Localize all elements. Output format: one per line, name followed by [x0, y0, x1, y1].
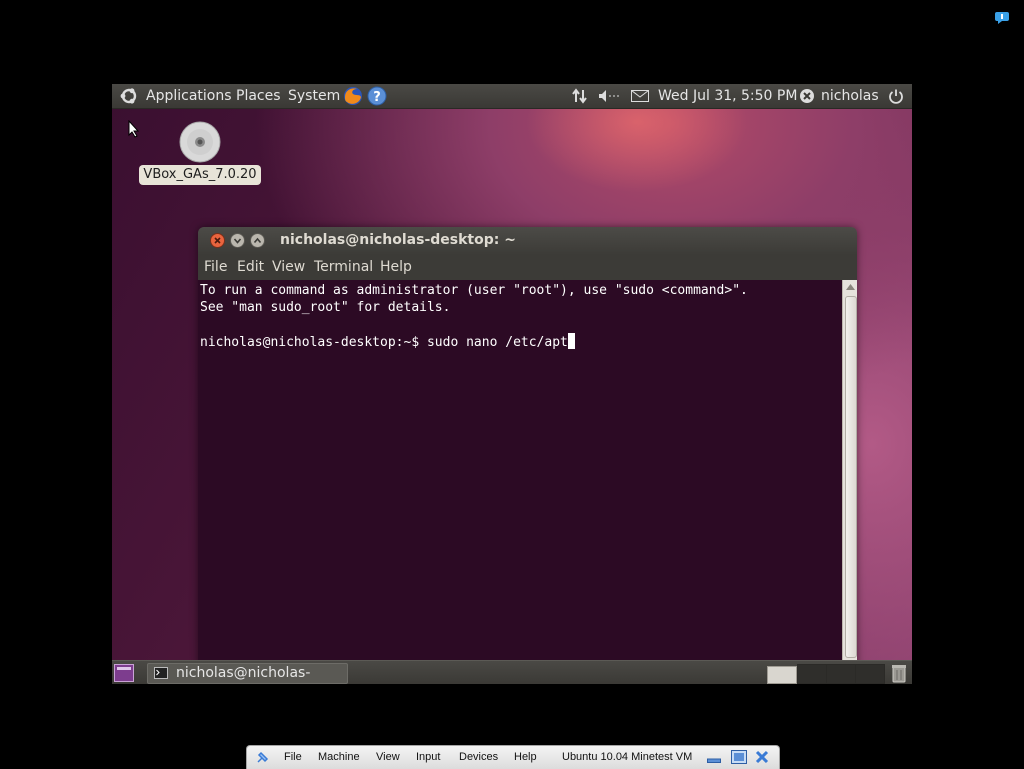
- minimize-vm-icon[interactable]: [707, 753, 721, 763]
- vbox-menu-help[interactable]: Help: [514, 751, 537, 763]
- text-cursor: [567, 333, 575, 349]
- terminal-menubar: File Edit View Terminal Help: [198, 255, 857, 280]
- menu-file[interactable]: File: [204, 259, 227, 275]
- vbox-menu-file[interactable]: File: [284, 751, 302, 763]
- terminal-prompt-line[interactable]: nicholas@nicholas-desktop:~$ sudo nano /…: [200, 333, 575, 351]
- terminal-scrollbar[interactable]: [842, 280, 857, 667]
- workspace-1[interactable]: [767, 666, 797, 684]
- workspace-3[interactable]: [826, 664, 856, 684]
- help-icon[interactable]: ?: [367, 86, 387, 106]
- taskbar-label: nicholas@nicholas-des...: [176, 665, 311, 681]
- close-icon[interactable]: [210, 233, 225, 248]
- user-name[interactable]: nicholas: [821, 87, 879, 105]
- mouse-cursor-icon: [128, 120, 140, 138]
- exit-fullscreen-icon[interactable]: [731, 750, 747, 764]
- workspace-2[interactable]: [797, 664, 827, 684]
- network-arrows-icon[interactable]: [572, 88, 588, 104]
- user-status-icon[interactable]: [799, 88, 815, 104]
- scroll-thumb[interactable]: [845, 296, 857, 658]
- maximize-icon[interactable]: [250, 233, 265, 248]
- pin-icon[interactable]: [255, 749, 271, 765]
- menu-places[interactable]: Places: [236, 87, 281, 105]
- vm-guest-screen[interactable]: Applications Places System ? Wed Jul 31,…: [112, 84, 912, 684]
- vbox-menu-devices[interactable]: Devices: [459, 751, 498, 763]
- show-desktop-icon[interactable]: [114, 664, 134, 682]
- menu-view[interactable]: View: [272, 259, 305, 275]
- terminal-output[interactable]: To run a command as administrator (user …: [198, 280, 842, 667]
- terminal-titlebar[interactable]: nicholas@nicholas-desktop: ~: [198, 227, 857, 255]
- vbox-menu-machine[interactable]: Machine: [318, 751, 360, 763]
- cd-drive-icon[interactable]: [178, 120, 222, 164]
- terminal-line: To run a command as administrator (user …: [200, 283, 748, 298]
- svg-text:?: ?: [373, 90, 381, 105]
- virtualbox-mini-toolbar: File Machine View Input Devices Help Ubu…: [246, 745, 780, 769]
- workspace-4[interactable]: [855, 664, 885, 684]
- volume-icon[interactable]: [598, 89, 622, 103]
- close-vm-icon[interactable]: [755, 750, 769, 764]
- speech-bubble-icon[interactable]: [995, 12, 1009, 24]
- bottom-panel: nicholas@nicholas-des...: [112, 660, 912, 684]
- terminal-window[interactable]: nicholas@nicholas-desktop: ~ File Edit V…: [198, 227, 857, 667]
- mail-icon[interactable]: [631, 90, 649, 102]
- vbox-menu-input[interactable]: Input: [416, 751, 440, 763]
- menu-applications[interactable]: Applications: [146, 87, 232, 105]
- scroll-up-arrow-icon[interactable]: [846, 284, 855, 290]
- trash-icon[interactable]: [891, 663, 907, 683]
- vm-name: Ubuntu 10.04 Minetest VM: [562, 751, 693, 763]
- vbox-menu-view[interactable]: View: [376, 751, 400, 763]
- terminal-command: nicholas@nicholas-desktop:~$ sudo nano /…: [200, 335, 568, 350]
- ubuntu-logo-icon[interactable]: [120, 87, 138, 105]
- menu-edit[interactable]: Edit: [237, 259, 264, 275]
- power-icon[interactable]: [888, 88, 904, 104]
- desktop-icon-label[interactable]: VBox_GAs_7.0.20: [139, 165, 261, 185]
- minimize-icon[interactable]: [230, 233, 245, 248]
- menu-help[interactable]: Help: [380, 259, 412, 275]
- terminal-line: See "man sudo_root" for details.: [200, 300, 451, 315]
- menu-terminal[interactable]: Terminal: [314, 259, 373, 275]
- terminal-icon: [154, 667, 168, 679]
- clock[interactable]: Wed Jul 31, 5:50 PM: [658, 87, 797, 105]
- terminal-title: nicholas@nicholas-desktop: ~: [280, 232, 516, 248]
- menu-system[interactable]: System: [288, 87, 340, 105]
- taskbar-terminal-button[interactable]: nicholas@nicholas-des...: [147, 663, 348, 684]
- firefox-icon[interactable]: [342, 85, 364, 107]
- top-panel: Applications Places System ? Wed Jul 31,…: [112, 84, 912, 109]
